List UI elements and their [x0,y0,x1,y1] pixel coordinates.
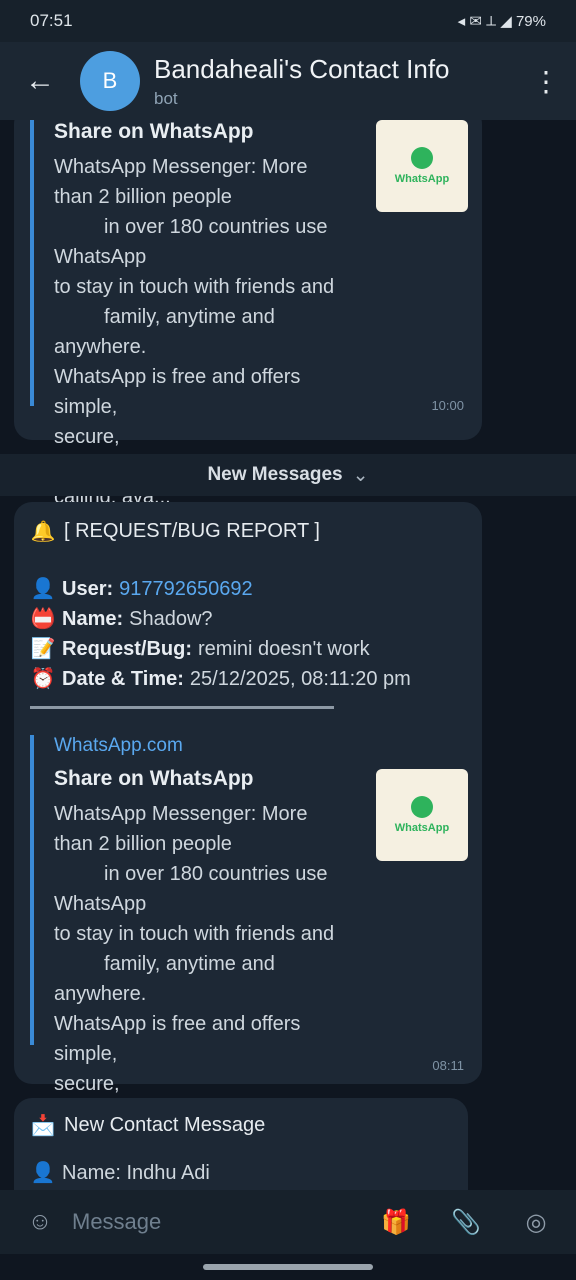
user-label: User: [62,578,114,600]
link-preview[interactable]: Share on WhatsApp WhatsApp Messenger: Mo… [30,120,468,508]
name-label: Name: [62,608,124,630]
request-label: Request/Bug: [62,638,192,660]
chevron-down-icon: ⌄ [352,464,369,486]
contact-message-heading-text: New Contact Message [64,1113,266,1136]
request-heading-text: [ REQUEST/BUG REPORT ] [64,519,320,542]
partial-line: Name: Indhu Adi [62,1162,210,1184]
message-time: 10:00 [431,398,464,413]
inbox-icon: 📩 [30,1114,56,1137]
message-time: 08:11 [432,1058,464,1073]
status-bar: 07:51 ◂ ✉ ⟂ ◢ 79% [0,0,576,42]
preview-thumbnail: WhatsApp [376,120,468,212]
message-input-bar: ☺ 🎁 📎 ◎ [0,1190,576,1254]
bell-icon: 🔔 [30,520,56,543]
thumbnail-label: WhatsApp [394,822,450,834]
preview-site-link[interactable]: WhatsApp.com [54,735,354,757]
new-messages-divider: New Messages ⌄ [0,454,576,496]
whatsapp-logo-icon [411,147,433,169]
header-title-area[interactable]: Bandaheali's Contact Info bot [154,54,516,109]
contact-message-heading: 📩 New Contact Message [30,1098,450,1138]
back-arrow-icon[interactable]: ← [0,42,80,120]
request-heading: 🔔 [ REQUEST/BUG REPORT ] [30,502,464,544]
home-indicator[interactable] [203,1264,373,1270]
gift-icon[interactable]: 🎁 [376,1202,416,1242]
emoji-icon[interactable]: ☺ [20,1202,60,1242]
camera-icon[interactable]: ◎ [516,1202,556,1242]
request-value: remini doesn't work [198,638,370,660]
chat-title: Bandaheali's Contact Info [154,53,450,84]
date-label: Date & Time: [62,668,184,690]
avatar-initial: B [102,68,118,93]
whatsapp-logo-icon [411,796,433,818]
status-time: 07:51 [30,11,73,30]
message-input[interactable] [72,1202,364,1242]
name-value: Shadow? [129,608,213,630]
preview-title: Share on WhatsApp [54,120,254,143]
message-bubble[interactable]: 🔔 [ REQUEST/BUG REPORT ] 👤 User: 9177926… [14,502,482,1155]
new-messages-label: New Messages [207,464,343,485]
request-field: 📝 Request/Bug: remini doesn't work [30,634,464,664]
preview-title: Share on WhatsApp [54,767,254,790]
link-preview[interactable]: WhatsApp.com Share on WhatsApp WhatsApp … [30,735,468,1155]
memo-icon: 📝 [30,638,56,660]
message-bubble[interactable]: Share on WhatsApp WhatsApp Messenger: Mo… [14,120,482,508]
user-phone-link[interactable]: 917792650692 [119,574,252,604]
preview-thumbnail: WhatsApp [376,769,468,861]
attach-icon[interactable]: 📎 [446,1202,486,1242]
name-badge-icon: 📛 [30,608,56,630]
name-field: 📛 Name: Shadow? [30,604,464,634]
partial-field: 👤 Name: Indhu Adi [30,1158,450,1188]
chat-screen: 07:51 ◂ ✉ ⟂ ◢ 79% ← B Bandaheali's Conta… [0,0,576,1280]
user-field: 👤 User: 917792650692 [30,574,464,604]
separator-line [30,706,334,709]
thumbnail-label: WhatsApp [394,173,450,185]
clock-icon: ⏰ [30,668,56,690]
person-icon: 👤 [30,1162,56,1184]
status-icons: ◂ ✉ ⟂ ◢ 79% [457,13,546,30]
person-icon: 👤 [30,578,56,600]
date-field: ⏰ Date & Time: 25/12/2025, 08:11:20 pm [30,664,464,694]
message-bubble[interactable]: 📩 New Contact Message 👤 Name: Indhu Adi [14,1098,468,1190]
message-list: Share on WhatsApp WhatsApp Messenger: Mo… [0,120,576,1190]
date-value: 25/12/2025, 08:11:20 pm [189,668,411,690]
chat-subtitle: bot [154,88,178,108]
chat-header: ← B Bandaheali's Contact Info bot ⋮ [0,42,576,120]
avatar[interactable]: B [80,51,140,111]
more-options-icon[interactable]: ⋮ [516,42,576,120]
